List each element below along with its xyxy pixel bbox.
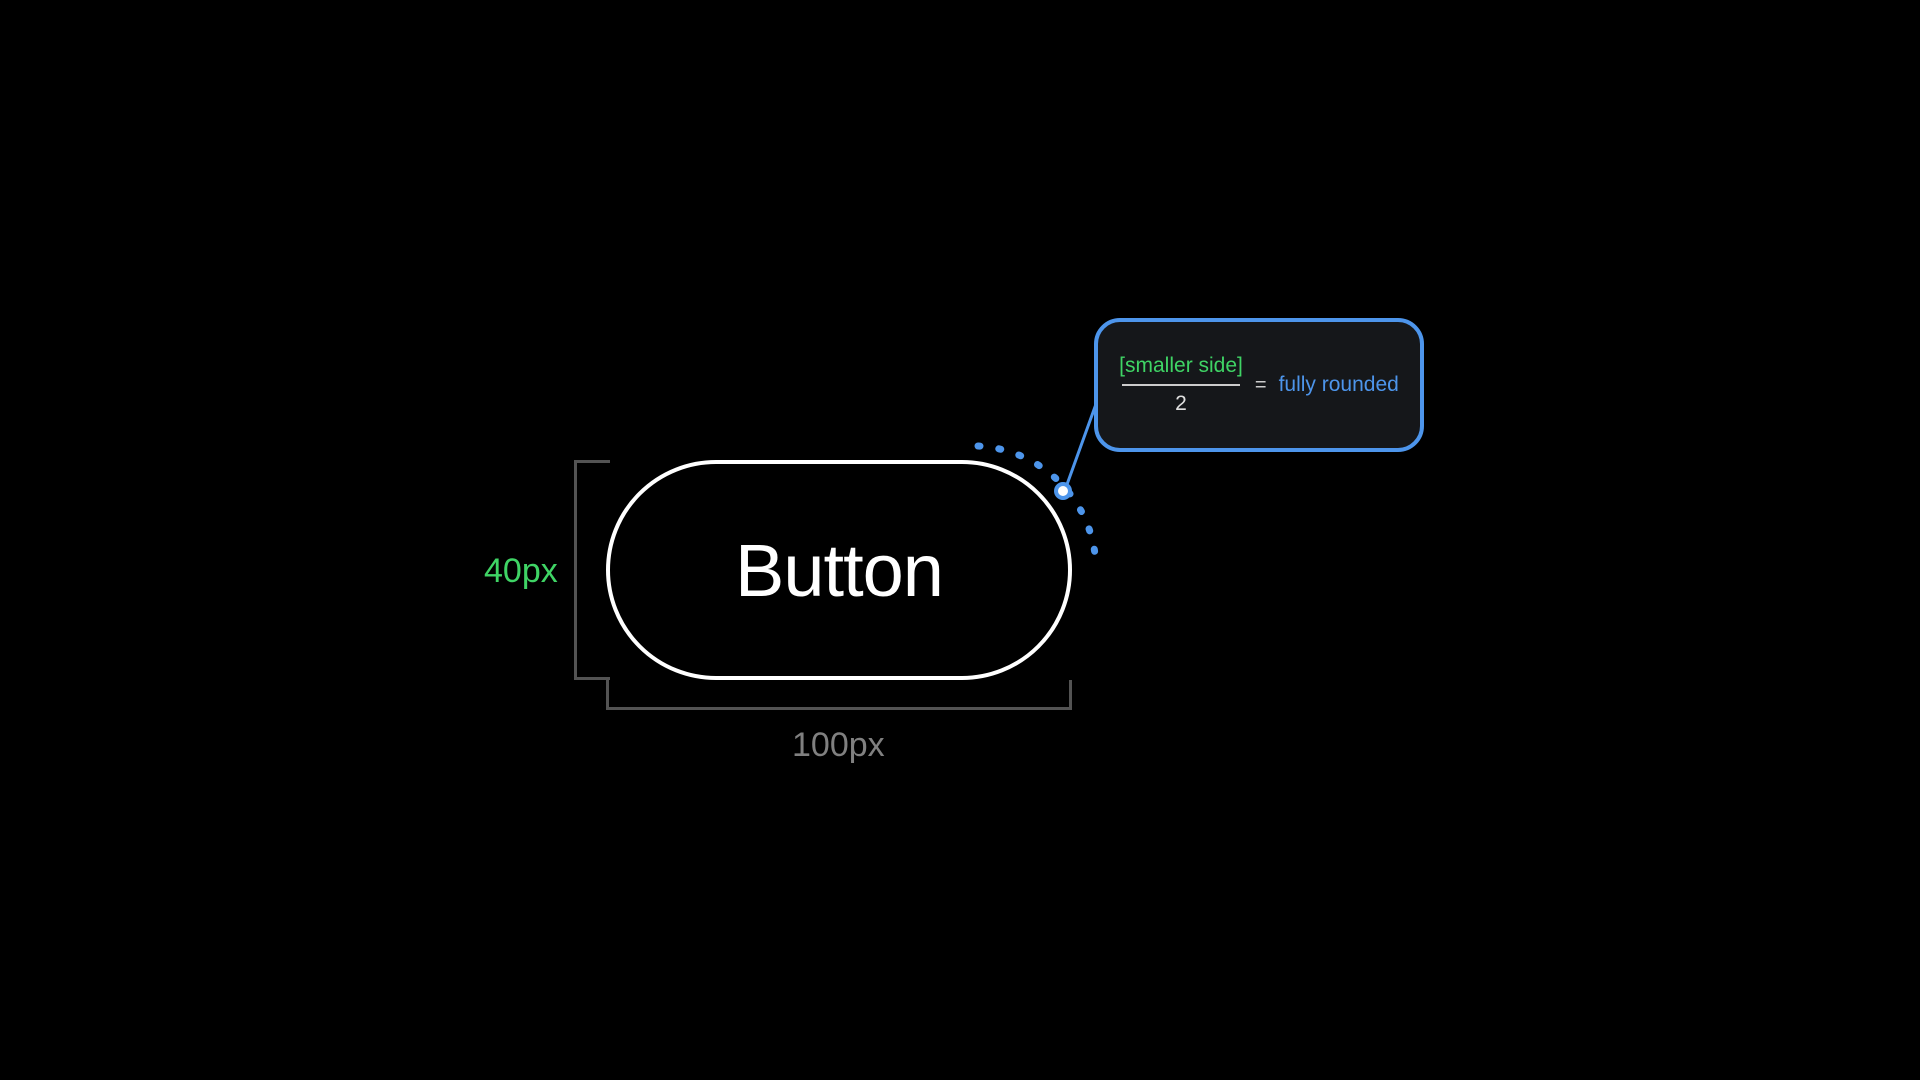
fraction-denominator: 2 [1175, 392, 1187, 416]
button-label: Button [735, 528, 943, 613]
formula-callout: [smaller side] 2 = fully rounded [1094, 318, 1424, 452]
width-dimension-label: 100px [792, 726, 885, 765]
height-dimension-bracket [574, 460, 610, 680]
diagram-stage: 40px 100px Button [smaller side] 2 = ful… [232, 132, 1688, 948]
formula-result: fully rounded [1279, 373, 1399, 397]
connector-dot-icon [1054, 482, 1072, 500]
width-dimension-bracket [606, 680, 1072, 710]
example-button: Button [606, 460, 1072, 680]
height-dimension-label: 40px [484, 552, 558, 591]
fraction-divider [1122, 384, 1240, 386]
equals-sign: = [1255, 374, 1267, 397]
fraction-numerator: [smaller side] [1119, 354, 1243, 378]
formula-fraction: [smaller side] 2 [1119, 354, 1243, 416]
